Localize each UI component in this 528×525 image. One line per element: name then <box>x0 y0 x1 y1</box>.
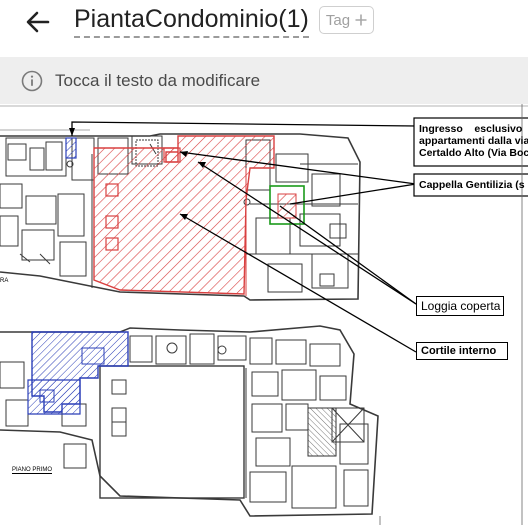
callout-ingresso-line3: Certaldo Alto (Via Boc <box>419 147 528 159</box>
callout-ingresso-line1: Ingresso esclusivo <box>419 123 523 135</box>
edit-hint-bar: Tocca il testo da modificare <box>0 57 528 104</box>
info-circle-icon <box>21 70 43 91</box>
callout-ingresso[interactable]: Ingresso esclusivo appartamenti dalla vi… <box>419 123 528 159</box>
ground-floor-label: RA <box>0 278 9 284</box>
tag-label: Tag <box>325 11 351 29</box>
floor-plan-image[interactable]: RA PIANO PRIMO Ingresso esclusivo appart… <box>0 104 528 525</box>
callout-ingresso-line2: appartamenti dalla via <box>419 135 528 147</box>
arrow-left-icon <box>26 11 50 33</box>
plus-icon <box>355 14 367 26</box>
app-header: PiantaCondominio(1) Tag <box>0 0 528 48</box>
callout-cappella[interactable]: Cappella Gentilizia (s <box>419 179 528 191</box>
document-title[interactable]: PiantaCondominio(1) <box>74 4 309 38</box>
grey-hatched-stair <box>307 407 337 457</box>
first-floor-label: PIANO PRIMO <box>12 467 53 474</box>
back-button[interactable] <box>20 6 56 38</box>
blue-entrance-area <box>65 137 77 159</box>
callout-loggia[interactable]: Loggia coperta <box>416 296 504 316</box>
callout-cortile[interactable]: Cortile interno <box>416 342 508 360</box>
add-tag-button[interactable]: Tag <box>319 6 374 34</box>
edit-hint-text: Tocca il testo da modificare <box>55 70 261 90</box>
blue-hatched-apartments <box>27 331 129 415</box>
